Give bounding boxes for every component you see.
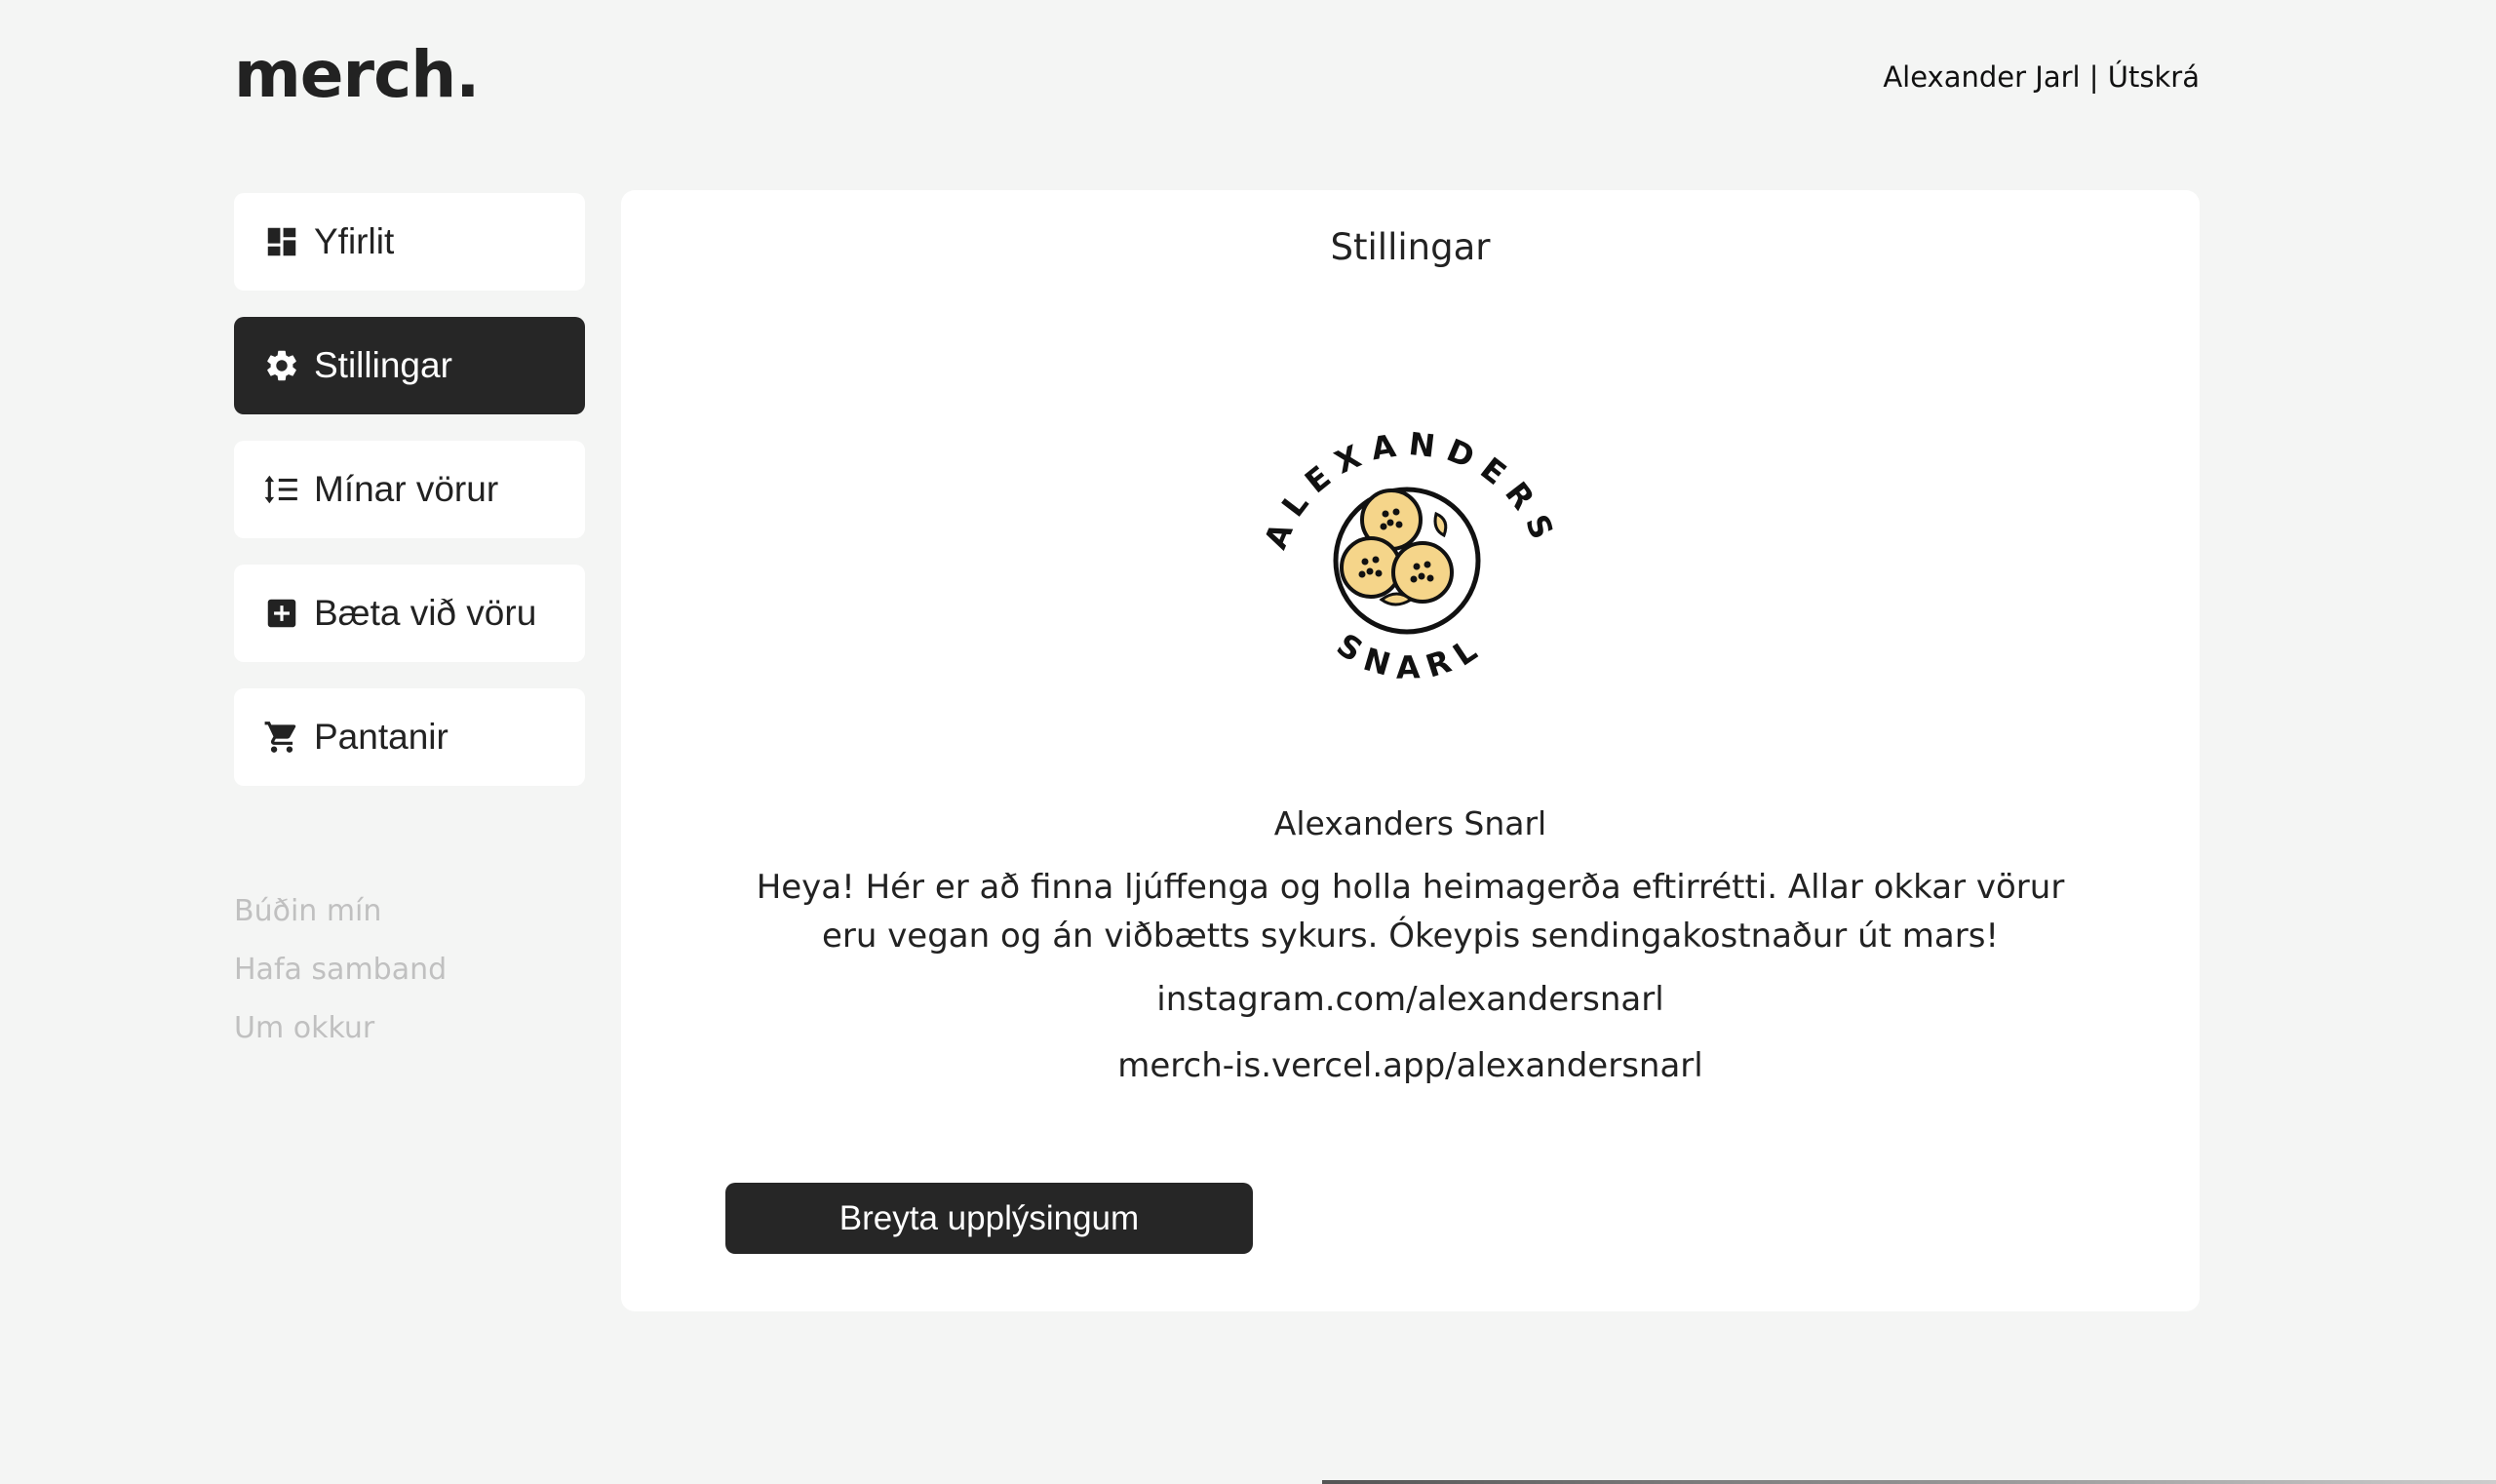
- footer-links: Búðin mín Hafa samband Um okkur: [234, 894, 447, 1070]
- sidebar-item-pantanir[interactable]: Pantanir: [234, 688, 585, 786]
- sidebar-item-label: Stillingar: [314, 345, 452, 385]
- bottom-divider: [1322, 1480, 2496, 1484]
- footer-link-budin-min[interactable]: Búðin mín: [234, 894, 447, 929]
- sidebar-item-stillingar[interactable]: Stillingar: [234, 317, 585, 414]
- gear-icon: [263, 347, 300, 384]
- logo-text-bottom: SNARL: [1330, 626, 1482, 686]
- page-title: Stillingar: [1330, 226, 1491, 268]
- sidebar-item-label: Yfirlit: [314, 221, 395, 261]
- sidebar-item-minar-vorur[interactable]: Mínar vörur: [234, 441, 585, 538]
- user-name: Alexander Jarl: [1883, 60, 2081, 94]
- shop-description: Heya! Hér er að finna ljúffenga og holla…: [756, 868, 2065, 956]
- logout-link[interactable]: Útskrá: [2108, 60, 2200, 94]
- footer-link-hafa-samband[interactable]: Hafa samband: [234, 953, 447, 988]
- edit-info-button[interactable]: Breyta upplýsingum: [725, 1183, 1253, 1254]
- sort-list-icon: [263, 471, 300, 508]
- brand-logo[interactable]: merch.: [234, 37, 480, 112]
- shop-url: merch-is.vercel.app/alexandersnarl: [1117, 1046, 1703, 1085]
- shop-instagram: instagram.com/alexandersnarl: [1156, 980, 1664, 1019]
- sidebar-item-label: Bæta við vöru: [314, 593, 537, 633]
- separator: |: [2088, 60, 2099, 94]
- dashboard-icon: [263, 223, 300, 260]
- sidebar-item-label: Mínar vörur: [314, 469, 499, 509]
- sidebar-item-baeta-vid-voru[interactable]: Bæta við vöru: [234, 565, 585, 662]
- settings-card: Stillingar ALEXANDERS SNARL Alexanders S…: [621, 190, 2200, 1311]
- sidebar-nav: Yfirlit Stillingar Mínar vörur Bæta við …: [234, 193, 585, 812]
- shop-name: Alexanders Snarl: [1273, 804, 1547, 842]
- add-box-icon: [263, 595, 300, 632]
- footer-link-um-okkur[interactable]: Um okkur: [234, 1011, 447, 1046]
- svg-text:SNARL: SNARL: [1330, 626, 1492, 686]
- user-area: Alexander Jarl | Útskrá: [1883, 60, 2200, 94]
- cart-icon: [263, 719, 300, 756]
- shop-logo: ALEXANDERS SNARL: [1257, 425, 1554, 686]
- sidebar-item-label: Pantanir: [314, 717, 448, 757]
- sidebar-item-yfirlit[interactable]: Yfirlit: [234, 193, 585, 291]
